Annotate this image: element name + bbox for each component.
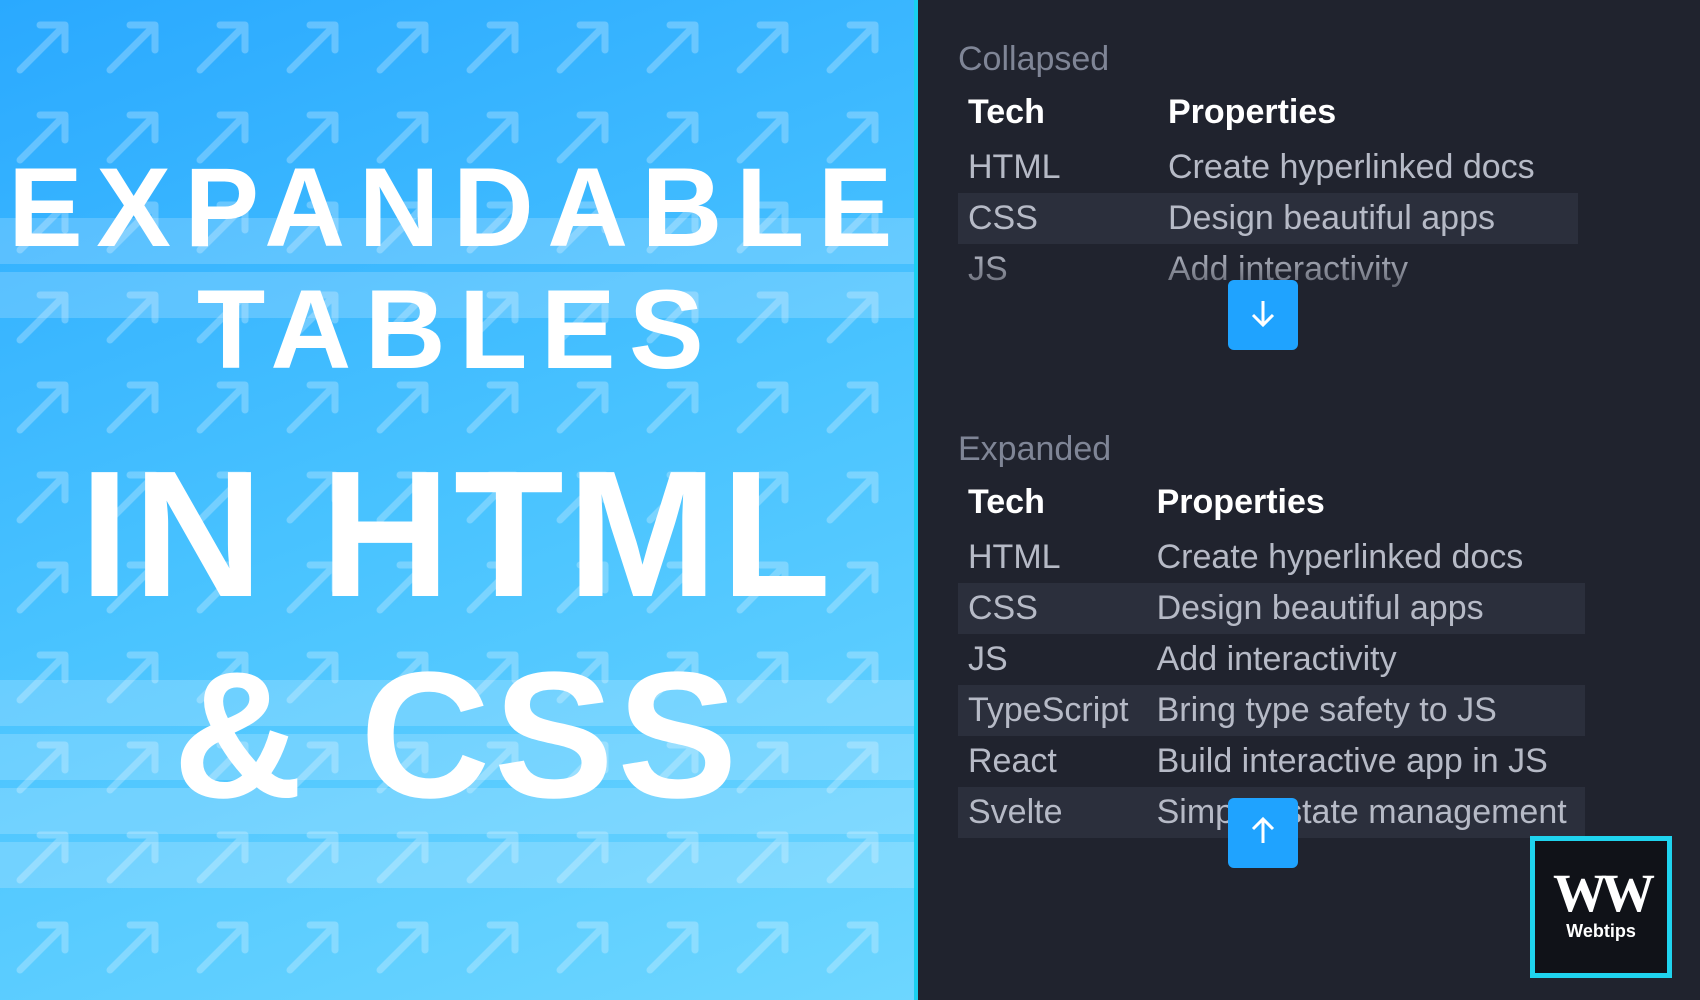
hero-title: EXPANDABLE TABLES IN HTML & CSS: [0, 0, 914, 1000]
table-row: HTML Create hyperlinked docs: [958, 142, 1578, 193]
hero-line-1: EXPANDABLE: [8, 149, 906, 267]
cell-tech: HTML: [958, 532, 1147, 583]
logo-subtext: Webtips: [1566, 921, 1636, 942]
cell-properties: Simplify state management: [1147, 787, 1585, 838]
collapse-button[interactable]: [1228, 798, 1298, 868]
collapsed-label: Collapsed: [958, 40, 1660, 79]
cell-tech: JS: [958, 244, 1158, 295]
cell-tech: HTML: [958, 142, 1158, 193]
cell-tech: Svelte: [958, 787, 1147, 838]
webtips-logo: WW Webtips: [1530, 836, 1672, 978]
cell-tech: CSS: [958, 583, 1147, 634]
hero-line-4: & CSS: [173, 650, 741, 821]
cell-properties: Bring type safety to JS: [1147, 685, 1585, 736]
hero-line-2: TABLES: [197, 271, 717, 389]
table-row: JS Add interactivity: [958, 634, 1585, 685]
cell-properties: Design beautiful apps: [1147, 583, 1585, 634]
collapsed-section: Collapsed Tech Properties HTML Create hy…: [958, 40, 1660, 340]
cell-properties: Create hyperlinked docs: [1158, 142, 1578, 193]
arrow-down-icon: [1245, 295, 1281, 336]
expanded-label: Expanded: [958, 430, 1660, 469]
cell-tech: JS: [958, 634, 1147, 685]
table-row: CSS Design beautiful apps: [958, 193, 1578, 244]
hero-line-3: IN HTML: [79, 449, 834, 620]
cell-tech: React: [958, 736, 1147, 787]
arrow-up-icon: [1245, 813, 1281, 854]
expanded-table: Tech Properties HTML Create hyperlinked …: [958, 477, 1585, 838]
cell-tech: TypeScript: [958, 685, 1147, 736]
cell-properties: Add interactivity: [1158, 244, 1578, 295]
cell-properties: Create hyperlinked docs: [1147, 532, 1585, 583]
cell-properties: Add interactivity: [1147, 634, 1585, 685]
hero-panel: EXPANDABLE TABLES IN HTML & CSS: [0, 0, 918, 1000]
table-row: TypeScript Bring type safety to JS: [958, 685, 1585, 736]
expanded-section: Expanded Tech Properties HTML Create hyp…: [958, 430, 1660, 838]
cell-properties: Build interactive app in JS: [1147, 736, 1585, 787]
th-tech: Tech: [958, 477, 1147, 532]
th-properties: Properties: [1147, 477, 1585, 532]
table-row: HTML Create hyperlinked docs: [958, 532, 1585, 583]
cell-properties: Design beautiful apps: [1158, 193, 1578, 244]
expand-button[interactable]: [1228, 280, 1298, 350]
table-row: React Build interactive app in JS: [958, 736, 1585, 787]
collapsed-table: Tech Properties HTML Create hyperlinked …: [958, 87, 1578, 295]
th-properties: Properties: [1158, 87, 1578, 142]
th-tech: Tech: [958, 87, 1158, 142]
cell-tech: CSS: [958, 193, 1158, 244]
demo-panel: Collapsed Tech Properties HTML Create hy…: [918, 0, 1700, 1000]
logo-mark: WW: [1553, 872, 1649, 915]
table-row: CSS Design beautiful apps: [958, 583, 1585, 634]
